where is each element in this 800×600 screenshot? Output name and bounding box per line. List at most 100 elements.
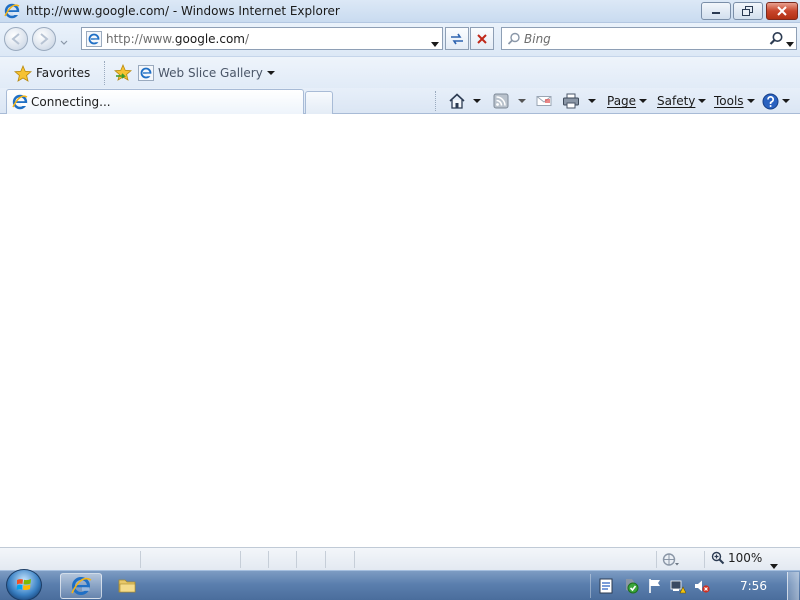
print-dropdown[interactable] bbox=[588, 91, 596, 111]
print-button[interactable] bbox=[562, 91, 580, 111]
start-button[interactable] bbox=[6, 569, 42, 600]
ie-logo-icon bbox=[71, 577, 92, 595]
web-slice-gallery-link[interactable]: Web Slice Gallery bbox=[138, 63, 275, 83]
tab-connecting[interactable]: Connecting... bbox=[6, 89, 304, 114]
stop-icon bbox=[477, 33, 487, 44]
close-button[interactable] bbox=[766, 2, 798, 20]
home-icon bbox=[449, 93, 465, 109]
back-button[interactable] bbox=[4, 27, 28, 51]
safety-menu[interactable]: Safety bbox=[657, 91, 707, 111]
tray-separator bbox=[590, 574, 591, 598]
favorites-bar: Favorites Web Slice Gallery bbox=[0, 56, 800, 88]
caret-down-icon bbox=[786, 42, 794, 47]
caret-down-icon bbox=[782, 99, 790, 103]
protected-mode-icon bbox=[662, 553, 679, 566]
status-divider bbox=[704, 551, 705, 568]
home-button[interactable] bbox=[448, 91, 466, 111]
read-mail-button[interactable] bbox=[536, 91, 552, 111]
page-menu[interactable]: Page bbox=[607, 91, 648, 111]
printer-icon bbox=[563, 93, 579, 109]
arrow-left-icon bbox=[11, 33, 20, 45]
page-menu-label: Page bbox=[607, 94, 637, 108]
add-to-favorites-bar-button[interactable] bbox=[113, 63, 133, 84]
status-divider bbox=[268, 551, 269, 568]
tab-label: Connecting... bbox=[31, 95, 111, 109]
protected-mode-status[interactable] bbox=[662, 552, 682, 570]
windows-taskbar: 7:56 bbox=[0, 569, 800, 600]
page-content-area[interactable] bbox=[0, 115, 800, 547]
tools-menu[interactable]: Tools bbox=[714, 91, 755, 111]
search-input[interactable] bbox=[524, 30, 754, 47]
ie-logo-icon bbox=[4, 3, 20, 22]
zoom-level: 100% bbox=[728, 551, 763, 565]
status-divider bbox=[240, 551, 241, 568]
new-tab-button[interactable] bbox=[305, 91, 333, 114]
minimize-icon bbox=[712, 12, 720, 14]
caret-down-icon bbox=[473, 99, 481, 103]
status-divider bbox=[296, 551, 297, 568]
rss-feed-icon bbox=[493, 93, 509, 109]
favorites-label: Favorites bbox=[36, 66, 91, 80]
help-icon bbox=[762, 93, 779, 109]
search-button[interactable] bbox=[769, 31, 784, 49]
feeds-dropdown[interactable] bbox=[518, 91, 526, 111]
home-dropdown[interactable] bbox=[473, 91, 481, 111]
search-box bbox=[501, 27, 797, 50]
help-menu[interactable] bbox=[762, 91, 790, 111]
compatibility-view-button[interactable] bbox=[445, 27, 469, 50]
stop-button[interactable] bbox=[470, 27, 494, 50]
command-bar-separator bbox=[435, 91, 436, 111]
add-favorite-star-icon bbox=[113, 63, 133, 81]
arrow-right-icon bbox=[40, 33, 49, 45]
address-url: http://www.google.com/ bbox=[106, 32, 249, 46]
address-url-prefix: http://www. bbox=[106, 32, 175, 46]
status-divider bbox=[656, 551, 657, 568]
recent-pages-dropdown[interactable] bbox=[60, 35, 68, 49]
forward-button[interactable] bbox=[32, 27, 56, 51]
mail-icon bbox=[536, 96, 552, 106]
caret-down-icon bbox=[770, 564, 778, 569]
taskbar-ie-button[interactable] bbox=[60, 573, 102, 599]
caret-down-icon bbox=[588, 99, 596, 103]
tab-command-bar: Connecting... Page Safety Tools bbox=[0, 88, 800, 114]
folder-icon bbox=[118, 579, 136, 593]
caret-down-icon bbox=[746, 99, 755, 103]
zoom-button[interactable]: 100% bbox=[711, 551, 762, 565]
page-ie-icon bbox=[86, 31, 102, 50]
status-divider bbox=[325, 551, 326, 568]
restore-button[interactable] bbox=[733, 2, 763, 20]
show-desktop-button[interactable] bbox=[787, 572, 799, 600]
tray-volume-muted-icon[interactable] bbox=[694, 578, 710, 597]
taskbar-explorer-button[interactable] bbox=[108, 573, 146, 599]
caret-down-icon bbox=[639, 99, 648, 103]
refresh-icon bbox=[451, 33, 463, 44]
tools-menu-label: Tools bbox=[714, 94, 744, 108]
safety-menu-label: Safety bbox=[657, 94, 696, 108]
navigation-bar: http://www.google.com/ bbox=[0, 23, 800, 56]
caret-down-icon bbox=[698, 99, 707, 103]
page-ie-icon bbox=[138, 65, 154, 81]
tray-security-shield-icon[interactable] bbox=[622, 578, 640, 597]
caret-down-icon bbox=[431, 42, 439, 47]
feeds-button[interactable] bbox=[493, 91, 509, 111]
close-icon bbox=[777, 6, 787, 16]
tray-document-icon[interactable] bbox=[598, 578, 614, 597]
tray-action-center-flag-icon[interactable] bbox=[647, 578, 663, 597]
ie-logo-icon bbox=[12, 94, 28, 113]
search-provider-icon bbox=[507, 32, 521, 49]
status-bar: 100% bbox=[0, 547, 800, 570]
search-icon bbox=[769, 32, 783, 45]
address-url-suffix: / bbox=[245, 32, 250, 46]
minimize-button[interactable] bbox=[701, 2, 731, 20]
tray-network-warning-icon[interactable] bbox=[670, 578, 687, 597]
window-title: http://www.google.com/ - Windows Interne… bbox=[26, 4, 340, 18]
restore-icon bbox=[742, 6, 753, 16]
taskbar-clock[interactable]: 7:56 bbox=[740, 579, 767, 593]
address-dropdown[interactable] bbox=[431, 36, 439, 50]
address-bar[interactable]: http://www.google.com/ bbox=[81, 27, 443, 50]
caret-down-icon bbox=[518, 99, 526, 103]
favorites-button[interactable]: Favorites bbox=[14, 63, 90, 83]
favorites-separator bbox=[104, 61, 105, 85]
search-options-dropdown[interactable] bbox=[786, 36, 794, 50]
zoom-magnifier-icon bbox=[711, 551, 725, 565]
